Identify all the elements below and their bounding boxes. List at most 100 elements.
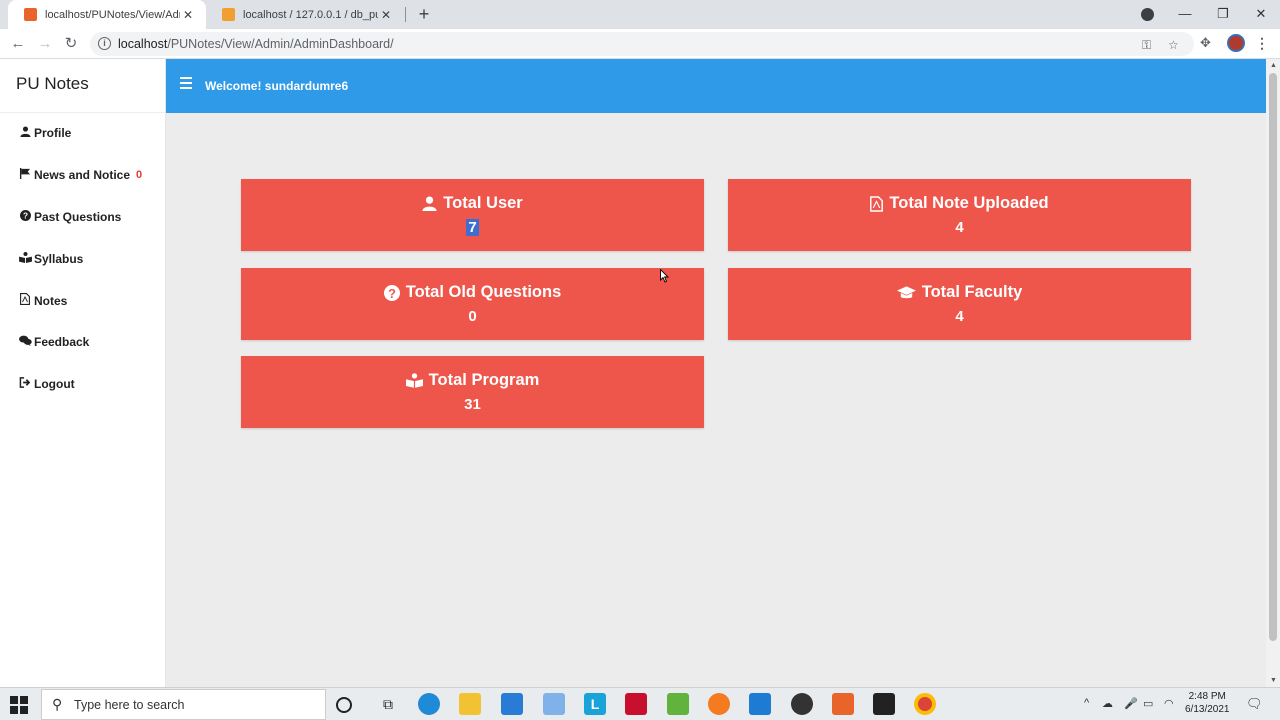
line-app-icon[interactable] — [667, 693, 689, 715]
cortana-icon[interactable] — [336, 697, 352, 713]
card-title: Total User — [443, 194, 523, 212]
hamburger-menu-icon[interactable] — [180, 77, 192, 89]
mcafee-icon[interactable] — [625, 693, 647, 715]
sidebar-item-label: Logout — [34, 377, 75, 391]
menu-kebab-icon[interactable]: ⋮ — [1255, 35, 1269, 52]
card-value: 4 — [955, 308, 964, 325]
windows-taskbar: ⚲ Type here to search ⧉ L ^ ☁ 🎤 ▭ ◠ 2:48… — [0, 687, 1280, 720]
tray-chevron-icon[interactable]: ^ — [1084, 697, 1089, 709]
scroll-down-icon[interactable]: ▼ — [1270, 677, 1277, 684]
book-icon — [18, 252, 32, 266]
chrome-icon[interactable] — [914, 693, 936, 715]
app-icon[interactable] — [543, 693, 565, 715]
question-icon: ? — [18, 210, 32, 224]
sidebar-item-feedback[interactable]: Feedback — [18, 335, 89, 349]
bookmark-star-icon[interactable]: ☆ — [1168, 38, 1179, 52]
browser-tab-active[interactable]: localhost/PUNotes/View/Admin/ ✕ — [8, 0, 206, 29]
microphone-icon[interactable]: 🎤 — [1124, 697, 1138, 710]
back-arrow-icon[interactable]: ← — [7, 33, 29, 55]
sidebar-item-label: Past Questions — [34, 210, 122, 224]
mail-icon[interactable] — [501, 693, 523, 715]
sidebar-item-notes[interactable]: Notes — [18, 293, 67, 308]
obs-icon[interactable] — [791, 693, 813, 715]
graduation-cap-icon — [896, 285, 916, 300]
book-reader-icon — [405, 373, 423, 388]
page-scrollbar[interactable]: ▲ ▼ — [1266, 59, 1280, 687]
sidebar-item-news[interactable]: News and Notice 0 — [18, 168, 142, 182]
card-title: Total Program — [428, 371, 540, 389]
stat-card-total-note-uploaded[interactable]: Total Note Uploaded 4 — [728, 179, 1191, 251]
browser-tab-phpmyadmin[interactable]: localhost / 127.0.0.1 / db_punote ✕ — [206, 0, 404, 29]
xampp-favicon-icon — [24, 8, 37, 21]
restore-button[interactable]: ❐ — [1204, 0, 1242, 29]
stat-card-total-program[interactable]: Total Program 31 — [241, 356, 704, 428]
avast-icon[interactable] — [708, 693, 730, 715]
wifi-icon[interactable]: ◠ — [1164, 697, 1174, 710]
card-value: 31 — [464, 396, 481, 413]
onedrive-icon[interactable]: ☁ — [1102, 697, 1113, 710]
forward-arrow-icon[interactable]: → — [34, 33, 56, 55]
user-icon — [422, 196, 437, 211]
l-app-icon[interactable]: L — [584, 693, 606, 715]
stat-card-total-user[interactable]: Total User 7 — [241, 179, 704, 251]
sidebar: PU Notes Profile News and Notice 0 ? Pas… — [0, 59, 166, 687]
key-icon[interactable]: ⚿ — [1142, 38, 1151, 53]
pdf-icon — [870, 195, 884, 212]
tab-title: localhost/PUNotes/View/Admin/ — [45, 8, 180, 21]
minimize-button[interactable]: — — [1166, 0, 1204, 29]
search-placeholder: Type here to search — [74, 698, 185, 712]
tab-close-icon[interactable]: ✕ — [180, 8, 196, 22]
browser-toolbar: ← → ↻ i localhost/PUNotes/View/Admin/Adm… — [0, 29, 1280, 59]
card-value: 7 — [466, 219, 479, 236]
sidebar-item-label: Feedback — [34, 335, 90, 349]
url-text[interactable]: localhost/PUNotes/View/Admin/AdminDashbo… — [118, 37, 394, 51]
top-header-bar: Welcome! sundardumre6 — [166, 59, 1266, 113]
scroll-up-icon[interactable]: ▲ — [1270, 62, 1277, 69]
stat-card-total-faculty[interactable]: Total Faculty 4 — [728, 268, 1191, 340]
address-bar[interactable]: i localhost/PUNotes/View/Admin/AdminDash… — [90, 32, 1194, 56]
sidebar-item-logout[interactable]: Logout — [18, 377, 75, 391]
media-control-icon[interactable] — [1141, 8, 1154, 21]
tab-title: localhost / 127.0.0.1 / db_punote — [243, 8, 378, 21]
sidebar-item-syllabus[interactable]: Syllabus — [18, 252, 83, 266]
file-explorer-icon[interactable] — [459, 693, 481, 715]
xampp-icon[interactable] — [832, 693, 854, 715]
sidebar-item-past-questions[interactable]: ? Past Questions — [18, 210, 121, 224]
flag-icon — [18, 168, 32, 182]
new-tab-button[interactable]: + — [414, 3, 434, 25]
sidebar-item-label: News and Notice — [34, 168, 131, 182]
sidebar-item-label: Notes — [34, 293, 68, 308]
notice-count-badge: 0 — [136, 169, 143, 181]
brand-title: PU Notes — [0, 59, 165, 113]
search-icon: ⚲ — [52, 696, 63, 712]
browser-tab-strip: localhost/PUNotes/View/Admin/ ✕ localhos… — [0, 0, 1280, 29]
edge-browser-icon[interactable] — [418, 693, 440, 715]
scrollbar-thumb[interactable] — [1269, 73, 1277, 641]
page-content: PU Notes Profile News and Notice 0 ? Pas… — [0, 59, 1266, 687]
tab-close-icon[interactable]: ✕ — [378, 8, 394, 22]
card-value: 0 — [468, 308, 477, 325]
avatar[interactable] — [1227, 34, 1245, 52]
card-title: Total Faculty — [921, 283, 1023, 301]
site-info-icon[interactable]: i — [98, 37, 111, 50]
question-icon: ? — [383, 284, 400, 301]
vscode-icon[interactable] — [749, 693, 771, 715]
card-title: Total Old Questions — [405, 283, 562, 301]
windows-start-icon[interactable] — [10, 696, 28, 714]
svg-text:?: ? — [22, 212, 27, 221]
battery-icon[interactable]: ▭ — [1143, 697, 1153, 710]
tab-separator — [405, 7, 406, 22]
task-view-icon[interactable]: ⧉ — [377, 693, 399, 715]
window-close-button[interactable]: ✕ — [1242, 0, 1280, 29]
reload-icon[interactable]: ↻ — [60, 33, 82, 55]
clock-time: 2:48 PM — [1188, 691, 1226, 702]
stat-card-total-old-questions[interactable]: ? Total Old Questions 0 — [241, 268, 704, 340]
extensions-puzzle-icon[interactable]: ✥ — [1200, 35, 1211, 51]
sidebar-item-profile[interactable]: Profile — [18, 126, 71, 140]
taskbar-search-box[interactable]: ⚲ Type here to search — [41, 689, 326, 720]
pdf-icon — [18, 293, 32, 308]
welcome-message: Welcome! sundardumre6 — [205, 79, 349, 93]
terminal-icon[interactable] — [873, 693, 895, 715]
notification-center-icon[interactable]: 🗨 — [1246, 696, 1263, 712]
taskbar-clock[interactable]: 2:48 PM 6/13/2021 — [1185, 690, 1230, 716]
